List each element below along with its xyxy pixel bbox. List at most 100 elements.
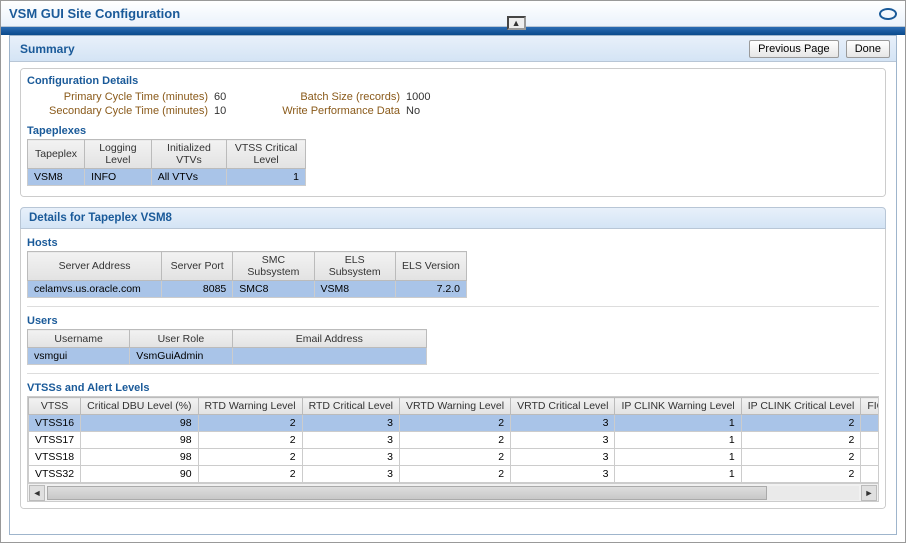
cell: 98 (81, 432, 198, 449)
cell: 2 (741, 449, 861, 466)
summary-bar: Summary Previous Page Done (10, 36, 896, 62)
cell-port: 8085 (162, 281, 233, 298)
cell: 1 (615, 432, 741, 449)
col-els[interactable]: ELS Subsystem (314, 252, 395, 281)
cell: 3 (511, 449, 615, 466)
vtss-title: VTSSs and Alert Levels (27, 382, 879, 394)
summary-title: Summary (20, 42, 75, 56)
cell: 2 (400, 449, 511, 466)
col-vrtdc[interactable]: VRTD Critical Level (511, 398, 615, 415)
page-title: VSM GUI Site Configuration (9, 6, 180, 21)
scroll-right-icon[interactable]: ► (861, 485, 877, 501)
batch-size-value: 1000 (406, 91, 446, 103)
col-vtss[interactable]: VTSS (29, 398, 81, 415)
cell: 3 (511, 466, 615, 483)
hosts-title: Hosts (27, 237, 879, 249)
cell: 2 (400, 415, 511, 432)
cell: 1 (861, 432, 879, 449)
table-row[interactable]: VSM8 INFO All VTVs 1 (28, 169, 306, 186)
col-dbu[interactable]: Critical DBU Level (%) (81, 398, 198, 415)
scroll-track[interactable] (47, 486, 859, 500)
config-title: Configuration Details (27, 75, 879, 87)
write-perf-value: No (406, 105, 446, 117)
cell: VTSS17 (29, 432, 81, 449)
accent-strip (1, 27, 905, 35)
table-row[interactable]: VTSS17982323121210 (29, 432, 880, 449)
divider (27, 306, 879, 307)
tapeplexes-title: Tapeplexes (27, 125, 879, 137)
batch-size-label: Batch Size (records) (246, 91, 406, 103)
col-ipw[interactable]: IP CLINK Warning Level (615, 398, 741, 415)
cell: 3 (511, 432, 615, 449)
table-header-row: Username User Role Email Address (28, 330, 427, 348)
scroll-thumb[interactable] (47, 486, 767, 500)
cell: 3 (302, 415, 399, 432)
cell: 1 (861, 415, 879, 432)
col-fcw[interactable]: FICON CLINK Warning Level (861, 398, 879, 415)
table-row[interactable]: celamvs.us.oracle.com 8085 SMC8 VSM8 7.2… (28, 281, 467, 298)
col-rtdw[interactable]: RTD Warning Level (198, 398, 302, 415)
cell: 2 (400, 466, 511, 483)
cell: 2 (198, 415, 302, 432)
secondary-cycle-label: Secondary Cycle Time (minutes) (39, 105, 214, 117)
secondary-cycle-value: 10 (214, 105, 246, 117)
col-vrtdw[interactable]: VRTD Warning Level (400, 398, 511, 415)
col-server-address[interactable]: Server Address (28, 252, 162, 281)
table-header-row: Tapeplex Logging Level Initialized VTVs … (28, 140, 306, 169)
scroll-left-icon[interactable]: ◄ (29, 485, 45, 501)
col-init-vtvs[interactable]: Initialized VTVs (151, 140, 227, 169)
table-row[interactable]: VTSS32902323121210 (29, 466, 880, 483)
users-table: Username User Role Email Address vsmgui … (27, 329, 427, 365)
col-tapeplex[interactable]: Tapeplex (28, 140, 85, 169)
cell: 98 (81, 415, 198, 432)
col-vtss-crit[interactable]: VTSS Critical Level (227, 140, 306, 169)
col-username[interactable]: Username (28, 330, 130, 348)
cell: 2 (198, 449, 302, 466)
col-smc[interactable]: SMC Subsystem (233, 252, 314, 281)
vtss-table: VTSS Critical DBU Level (%) RTD Warning … (28, 397, 879, 483)
caret-up-icon[interactable]: ▲ (507, 16, 526, 30)
config-section: Configuration Details Primary Cycle Time… (20, 68, 886, 197)
col-server-port[interactable]: Server Port (162, 252, 233, 281)
previous-page-button[interactable]: Previous Page (749, 40, 839, 58)
cell-crit: 1 (227, 169, 306, 186)
cell: 2 (741, 415, 861, 432)
cell: 2 (741, 466, 861, 483)
primary-cycle-value: 60 (214, 91, 246, 103)
col-userrole[interactable]: User Role (130, 330, 232, 348)
cell: 1 (861, 449, 879, 466)
col-logging-level[interactable]: Logging Level (85, 140, 152, 169)
cell-smc: SMC8 (233, 281, 314, 298)
col-email[interactable]: Email Address (232, 330, 426, 348)
col-rtdc[interactable]: RTD Critical Level (302, 398, 399, 415)
main-panel: Summary Previous Page Done Configuration… (9, 35, 897, 535)
table-header-row: VTSS Critical DBU Level (%) RTD Warning … (29, 398, 880, 415)
table-row[interactable]: VTSS18982323121210 (29, 449, 880, 466)
table-row[interactable]: VTSS16982323121210 (29, 415, 880, 432)
cell: 1 (615, 466, 741, 483)
divider (27, 373, 879, 374)
cell-tapeplex: VSM8 (28, 169, 85, 186)
cell: VTSS32 (29, 466, 81, 483)
app-window: VSM GUI Site Configuration ▲ Summary Pre… (0, 0, 906, 543)
horizontal-scrollbar[interactable]: ◄ ► (28, 483, 878, 501)
vtss-scroll-wrap: VTSS Critical DBU Level (%) RTD Warning … (27, 396, 879, 502)
details-section: Hosts Server Address Server Port SMC Sub… (20, 229, 886, 509)
table-header-row: Server Address Server Port SMC Subsystem… (28, 252, 467, 281)
oracle-logo-icon (879, 8, 897, 20)
cell: 3 (302, 432, 399, 449)
details-title: Details for Tapeplex VSM8 (20, 207, 886, 229)
table-row[interactable]: vsmgui VsmGuiAdmin (28, 348, 427, 365)
cell: 90 (81, 466, 198, 483)
title-bar: VSM GUI Site Configuration ▲ (1, 1, 905, 27)
done-button[interactable]: Done (846, 40, 890, 58)
col-ipc[interactable]: IP CLINK Critical Level (741, 398, 861, 415)
cell: VTSS18 (29, 449, 81, 466)
cell-els: VSM8 (314, 281, 395, 298)
button-group: Previous Page Done (749, 40, 890, 58)
users-title: Users (27, 315, 879, 327)
config-grid: Primary Cycle Time (minutes) 60 Batch Si… (39, 91, 879, 117)
cell-init: All VTVs (151, 169, 227, 186)
col-els-ver[interactable]: ELS Version (395, 252, 466, 281)
content-area: Configuration Details Primary Cycle Time… (10, 62, 896, 525)
